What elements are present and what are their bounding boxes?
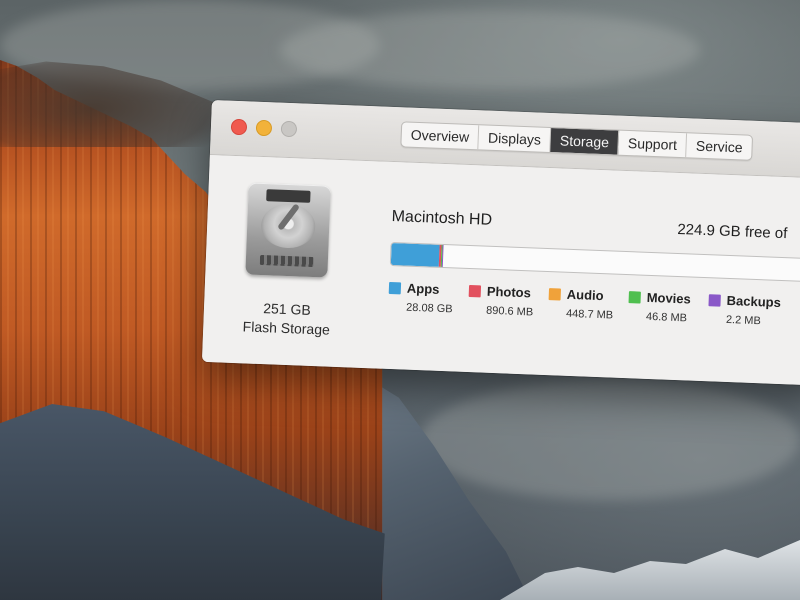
disk-type: Flash Storage [242,318,331,338]
legend-item-audio: Audio 448.7 MB [548,286,627,322]
close-window-button[interactable] [230,118,248,136]
storage-usage-bar[interactable] [389,241,800,283]
legend-item-backups: Backups 2.2 MB [708,292,787,328]
storage-pane: 251 GB Flash Storage Macintosh HD 224.9 … [201,154,800,386]
legend-swatch [708,293,721,307]
zoom-window-button[interactable] [280,120,298,138]
legend-size: 28.08 GB [405,301,453,316]
volume-name: Macintosh HD [391,207,493,229]
snow-mountains [500,540,800,600]
legend-swatch [628,290,641,304]
hard-drive-icon [245,182,331,278]
usage-segment-backups[interactable] [441,244,444,267]
legend-size: 2.2 MB [725,313,762,328]
cloud [280,10,700,90]
legend-size: 890.6 MB [485,304,534,319]
legend-size: 46.8 MB [645,310,688,325]
legend-label: Apps [406,280,440,297]
legend-size: 448.7 MB [565,307,614,322]
cloud [420,380,800,500]
legend-swatch [468,284,482,297]
tab-overview[interactable]: Overview [401,122,480,150]
legend-label: Photos [486,283,532,301]
tab-support[interactable]: Support [618,130,688,158]
storage-legend: Apps 28.08 GB Photos 890.6 MB Audio 448.7 MB M… [388,280,789,328]
usage-segment-apps[interactable] [390,243,440,267]
legend-label: Backups [726,292,782,310]
legend-item-photos: Photos 890.6 MB [468,283,547,319]
legend-label: Movies [646,289,692,307]
tab-displays[interactable]: Displays [478,125,552,153]
tab-bar: Overview Displays Storage Support Servic… [400,121,754,161]
about-this-mac-window: Overview Displays Storage Support Servic… [201,100,800,386]
disk-caption: 251 GB Flash Storage [221,298,352,341]
legend-item-apps: Apps 28.08 GB [388,280,467,316]
tab-storage[interactable]: Storage [550,128,620,155]
volume-free-space: 224.9 GB free of [677,220,788,243]
minimize-window-button[interactable] [255,119,273,137]
legend-item-movies: Movies 46.8 MB [628,289,707,325]
tab-service[interactable]: Service [687,133,753,159]
legend-swatch [388,281,402,294]
legend-swatch [548,287,562,301]
legend-label: Audio [566,286,604,304]
